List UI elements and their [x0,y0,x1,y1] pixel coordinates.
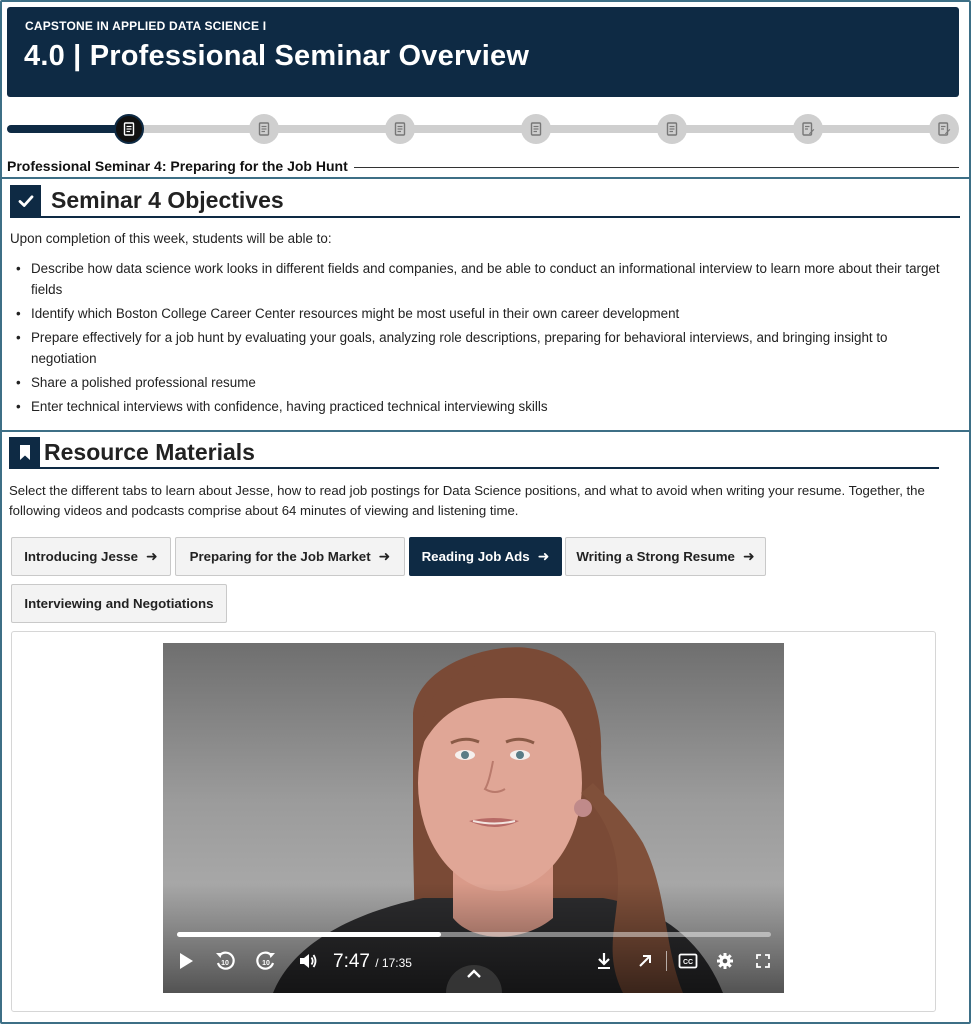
time-display: 7:47 / 17:35 [333,951,412,973]
controls-separator [665,948,667,974]
document-icon [666,122,678,136]
tab-preparing-for-the-job-market[interactable]: Preparing for the Job Market ➜ [175,537,405,576]
play-icon[interactable] [175,948,197,974]
edit-document-icon [938,122,951,136]
document-icon [258,122,270,136]
current-time: 7:47 [333,951,370,972]
volume-icon[interactable] [296,948,320,974]
section-divider [2,177,969,179]
seminar-label: Professional Seminar 4: Preparing for th… [7,158,348,174]
list-item: Enter technical interviews with confiden… [12,396,952,417]
tab-label: Reading Job Ads [421,549,530,564]
tab-writing-a-strong-resume[interactable]: Writing a Strong Resume ➜ [565,537,766,576]
page-header: CAPSTONE IN APPLIED DATA SCIENCE I 4.0 |… [7,7,959,97]
arrow-right-icon: ➜ [146,548,158,564]
settings-gear-icon[interactable] [714,948,736,974]
tab-label: Preparing for the Job Market [189,549,371,564]
list-item: Prepare effectively for a job hunt by ev… [12,327,952,369]
step-6[interactable] [793,114,823,144]
progress-fill [7,125,129,133]
seek-bar[interactable] [177,932,771,937]
document-icon [394,122,406,136]
closed-captions-icon[interactable]: CC [676,948,700,974]
seminar-rule [353,166,959,168]
duration: / 17:35 [375,956,412,970]
objectives-underline [10,216,960,218]
course-name: CAPSTONE IN APPLIED DATA SCIENCE I [25,19,267,33]
arrow-right-icon: ➜ [537,548,550,564]
share-icon[interactable] [634,948,656,974]
tab-interviewing-and-negotiations[interactable]: Interviewing and Negotiations [11,584,227,623]
document-icon [530,122,542,136]
resources-underline [9,467,939,469]
edit-document-icon [802,122,815,136]
seminar-heading: Professional Seminar 4: Preparing for th… [7,156,959,176]
step-5[interactable] [657,114,687,144]
tab-label: Interviewing and Negotiations [24,596,214,611]
checkmark-icon [10,185,41,216]
video-player[interactable]: 10 10 7:47 / 17:35 CC [163,643,784,993]
svg-text:10: 10 [221,960,229,967]
bookmark-icon [9,437,40,468]
download-icon[interactable] [593,948,615,974]
rewind-10-icon[interactable]: 10 [213,948,237,974]
objectives-intro: Upon completion of this week, students w… [10,231,332,246]
step-4[interactable] [521,114,551,144]
arrow-right-icon: ➜ [742,548,755,564]
document-icon [123,122,135,136]
objectives-list: Describe how data science work looks in … [12,258,952,420]
tab-reading-job-ads[interactable]: Reading Job Ads ➜ [409,537,562,576]
tab-introducing-jesse[interactable]: Introducing Jesse ➜ [11,537,171,576]
list-item: Identify which Boston College Career Cen… [12,303,952,324]
tab-label: Introducing Jesse [24,549,139,564]
step-7[interactable] [929,114,959,144]
page-title: 4.0 | Professional Seminar Overview [24,40,530,72]
step-1-current[interactable] [114,114,144,144]
objectives-heading: Seminar 4 Objectives [10,185,284,216]
tab-label: Writing a Strong Resume [576,549,735,564]
step-2[interactable] [249,114,279,144]
resources-heading: Resource Materials [9,437,255,468]
svg-text:CC: CC [683,959,693,966]
section-divider [2,430,969,432]
objectives-title: Seminar 4 Objectives [51,187,284,213]
svg-text:10: 10 [262,960,270,967]
seek-bar-played [177,932,442,937]
progress-stepper [7,112,959,148]
arrow-right-icon: ➜ [378,548,391,564]
forward-10-icon[interactable]: 10 [254,948,278,974]
list-item: Describe how data science work looks in … [12,258,952,300]
resources-title: Resource Materials [44,439,255,465]
fullscreen-icon[interactable] [752,948,774,974]
list-item: Share a polished professional resume [12,372,952,393]
step-3[interactable] [385,114,415,144]
resources-description: Select the different tabs to learn about… [9,483,925,518]
